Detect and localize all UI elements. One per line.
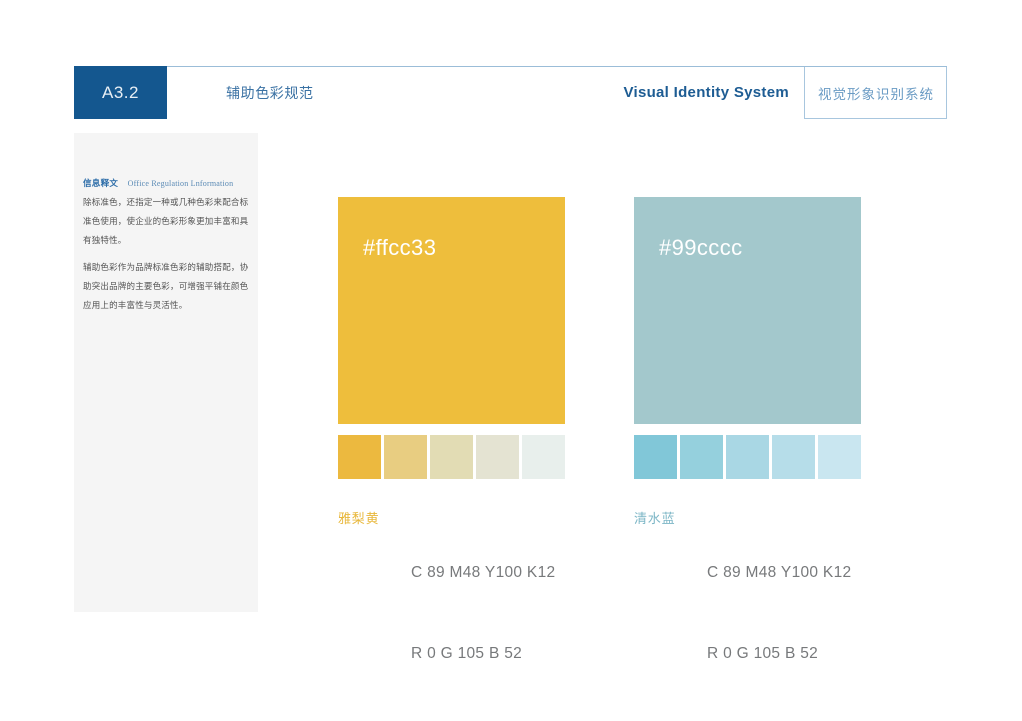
- section-code-badge: A3.2: [74, 66, 167, 119]
- tint-swatch: [338, 435, 381, 479]
- tint-swatch: [522, 435, 565, 479]
- system-name-cn: 视觉形象识别系统: [804, 67, 947, 119]
- main-color-swatch-yellow: #ffcc33: [338, 197, 565, 424]
- system-name-en: Visual Identity System: [623, 84, 789, 101]
- color-column-blue: #99cccc 清水蓝 C 89 M48 Y100 K12 R 0 G 105 …: [634, 197, 861, 721]
- color-values-blue: C 89 M48 Y100 K12 R 0 G 105 B 52: [707, 505, 851, 721]
- tint-swatch: [818, 435, 861, 479]
- rgb-value: R 0 G 105 B 52: [411, 645, 523, 662]
- sidebar-paragraph-1: 除标准色，还指定一种或几种色彩来配合标准色使用，使企业的色彩形象更加丰富和具有独…: [83, 197, 249, 245]
- main-color-swatch-blue: #99cccc: [634, 197, 861, 424]
- tint-swatch: [726, 435, 769, 479]
- color-name-yellow: 雅梨黄: [338, 511, 380, 526]
- cmyk-value: C 89 M48 Y100 K12: [411, 564, 556, 581]
- color-spec-yellow: 雅梨黄 C 89 M48 Y100 K12 R 0 G 105 B 52: [338, 505, 565, 721]
- color-name-blue: 清水蓝: [634, 511, 676, 526]
- info-sidebar: 信息释文 Office Regulation Lnformation 除标准色，…: [74, 133, 258, 612]
- identity-system-block: Visual Identity System 视觉形象识别系统: [623, 66, 947, 119]
- sidebar-heading: 信息释文 Office Regulation Lnformation: [83, 173, 233, 191]
- main-color-hex-blue: #99cccc: [659, 235, 743, 260]
- tint-swatch: [634, 435, 677, 479]
- color-values-yellow: C 89 M48 Y100 K12 R 0 G 105 B 52: [411, 505, 555, 721]
- tint-swatch: [476, 435, 519, 479]
- tint-row-yellow: [338, 435, 565, 479]
- main-color-hex-yellow: #ffcc33: [363, 235, 437, 260]
- tint-swatch: [772, 435, 815, 479]
- sidebar-paragraph-2: 辅助色彩作为品牌标准色彩的辅助搭配，协助突出品牌的主要色彩，可增强平铺在颜色应用…: [83, 262, 249, 310]
- tint-swatch: [384, 435, 427, 479]
- tint-swatch: [680, 435, 723, 479]
- sidebar-heading-cn: 信息释文: [83, 178, 119, 188]
- cmyk-value: C 89 M48 Y100 K12: [707, 564, 852, 581]
- rgb-value: R 0 G 105 B 52: [707, 645, 819, 662]
- page-header: A3.2 辅助色彩规范 Visual Identity System 视觉形象识…: [74, 66, 947, 119]
- color-column-yellow: #ffcc33 雅梨黄 C 89 M48 Y100 K12 R 0 G 105 …: [338, 197, 565, 721]
- tint-swatch: [430, 435, 473, 479]
- section-code-label: A3.2: [102, 82, 139, 102]
- page-title-label: 辅助色彩规范: [226, 84, 314, 101]
- sidebar-heading-en: Office Regulation Lnformation: [127, 179, 234, 188]
- tint-row-blue: [634, 435, 861, 479]
- color-spec-blue: 清水蓝 C 89 M48 Y100 K12 R 0 G 105 B 52: [634, 505, 861, 721]
- page-title: 辅助色彩规范: [226, 66, 314, 119]
